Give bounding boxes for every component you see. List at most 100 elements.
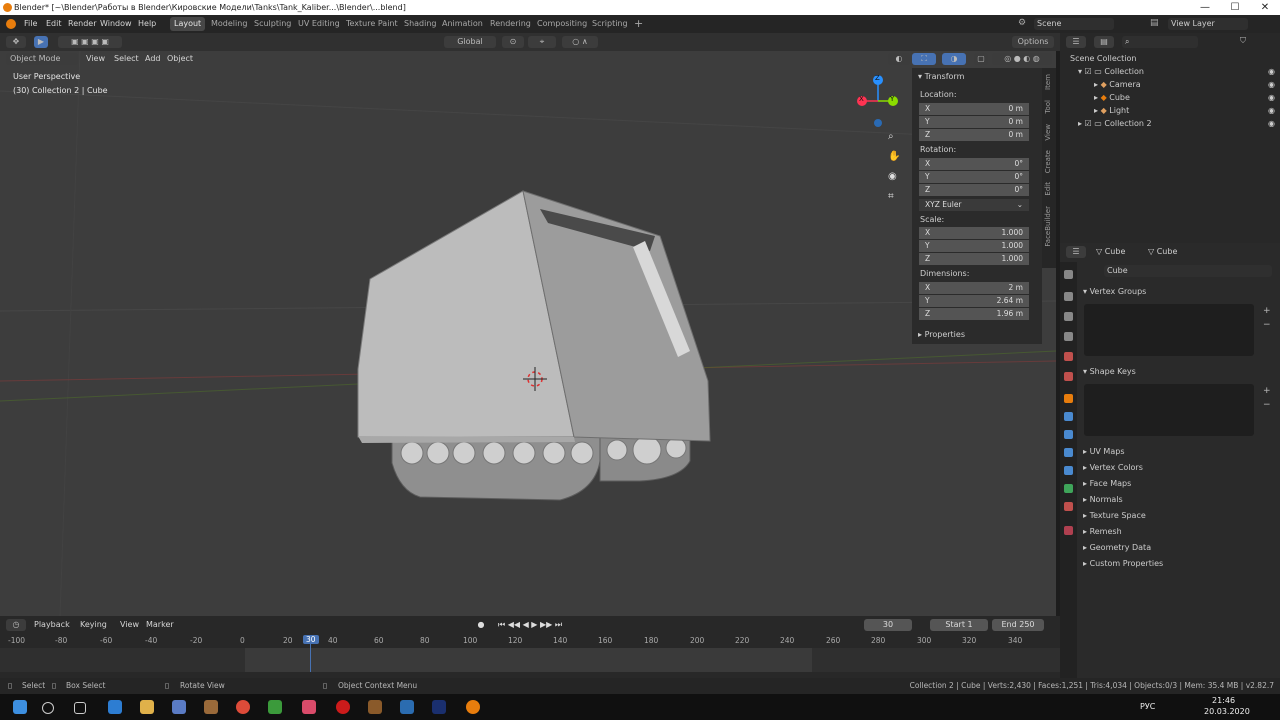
- outliner-scene-collection[interactable]: Scene Collection: [1070, 52, 1280, 65]
- render-tab-icon[interactable]: [1064, 292, 1073, 301]
- gizmo-toggle-icon[interactable]: ⛶: [912, 53, 936, 65]
- rotation-z-field[interactable]: Z 0°: [919, 184, 1029, 197]
- camera-view-icon[interactable]: ◉: [888, 171, 897, 182]
- snap-icon[interactable]: ⌖: [528, 36, 556, 48]
- filter-icon[interactable]: ⛉: [1240, 36, 1246, 46]
- tab-compositing[interactable]: Compositing: [533, 17, 591, 31]
- menu-render[interactable]: Render: [68, 19, 96, 28]
- texture-space-panel[interactable]: ▸ Texture Space: [1083, 511, 1146, 520]
- transform-header[interactable]: ▾ Transform: [918, 72, 964, 81]
- mesh-data-tab-icon[interactable]: [1064, 484, 1073, 493]
- current-frame-marker[interactable]: 30: [303, 635, 319, 644]
- file-explorer-icon[interactable]: [140, 700, 154, 714]
- navigation-gizmo[interactable]: [855, 71, 915, 131]
- custom-properties-panel[interactable]: ▸ Custom Properties: [1083, 559, 1163, 568]
- current-frame-field[interactable]: 30: [864, 619, 912, 631]
- clock-time[interactable]: 21:46: [1212, 696, 1235, 705]
- tab-uv-editing[interactable]: UV Editing: [294, 17, 344, 31]
- tool-tab-icon[interactable]: [1064, 270, 1073, 279]
- overlay-toggle-icon[interactable]: ◑: [942, 53, 966, 65]
- timeline-editor-type[interactable]: ◷: [6, 619, 26, 631]
- options-dropdown[interactable]: Options: [1012, 36, 1054, 48]
- remove-shape-key-button[interactable]: −: [1263, 400, 1271, 410]
- menu-timeline-view[interactable]: View: [120, 620, 139, 629]
- menu-edit[interactable]: Edit: [46, 19, 62, 28]
- tab-modeling[interactable]: Modeling: [207, 17, 251, 31]
- outliner-item-cube[interactable]: ▸ ◆ Cube ◉: [1094, 91, 1280, 104]
- minimize-button[interactable]: —: [1190, 0, 1220, 15]
- app-icon[interactable]: [204, 700, 218, 714]
- mode-dropdown[interactable]: Object Mode: [6, 53, 78, 65]
- rotation-mode-dropdown[interactable]: XYZ Euler ⌄: [919, 199, 1029, 212]
- tab-facebuilder[interactable]: FaceBuilder: [1044, 206, 1054, 247]
- object-tab-icon[interactable]: [1064, 394, 1073, 403]
- tab-item[interactable]: Item: [1044, 74, 1054, 90]
- particles-tab-icon[interactable]: [1064, 430, 1073, 439]
- view-layer-selector[interactable]: View Layer: [1168, 18, 1248, 30]
- add-shape-key-button[interactable]: +: [1263, 386, 1271, 396]
- search-icon[interactable]: [42, 702, 54, 714]
- record-button[interactable]: ●: [476, 619, 486, 631]
- select-tool-icon[interactable]: ▶: [34, 36, 48, 48]
- shading-mode-icon[interactable]: ◎ ● ◐ ◍: [992, 53, 1052, 65]
- shape-keys-panel[interactable]: ▾ Shape Keys: [1083, 367, 1136, 376]
- viewport-overlays-icon[interactable]: ◐: [888, 53, 910, 65]
- menu-playback[interactable]: Playback: [34, 620, 70, 629]
- tab-shading[interactable]: Shading: [400, 17, 441, 31]
- 3d-viewport[interactable]: Z Y X ⌕ ✋ ◉ ⌗ User Perspective (30) Coll…: [0, 51, 1056, 616]
- tab-tool[interactable]: Tool: [1044, 100, 1054, 114]
- tab-scripting[interactable]: Scripting: [588, 17, 632, 31]
- physics-tab-icon[interactable]: [1064, 448, 1073, 457]
- display-mode-icon[interactable]: ▤: [1094, 36, 1114, 48]
- outliner-item-collection[interactable]: ▾ ☑ ▭ Collection ◉: [1078, 65, 1280, 78]
- eye-icon[interactable]: ◉: [1268, 117, 1275, 130]
- mesh-name-field[interactable]: Cube: [1104, 265, 1272, 277]
- output-tab-icon[interactable]: [1064, 312, 1073, 321]
- clock-date[interactable]: 20.03.2020: [1204, 707, 1250, 716]
- perspective-toggle-icon[interactable]: ⌗: [888, 191, 894, 202]
- maximize-button[interactable]: ☐: [1220, 0, 1250, 15]
- uv-maps-panel[interactable]: ▸ UV Maps: [1083, 447, 1124, 456]
- outliner-item-light[interactable]: ▸ ◆ Light ◉: [1094, 104, 1280, 117]
- shape-keys-list[interactable]: [1084, 384, 1254, 436]
- add-vertex-group-button[interactable]: +: [1263, 306, 1271, 316]
- edge-icon[interactable]: [108, 700, 122, 714]
- pan-icon[interactable]: ✋: [888, 151, 900, 162]
- menu-add[interactable]: Add: [145, 54, 161, 63]
- language-indicator[interactable]: РУС: [1140, 702, 1155, 711]
- add-workspace-button[interactable]: +: [630, 17, 647, 31]
- vertex-colors-panel[interactable]: ▸ Vertex Colors: [1083, 463, 1143, 472]
- chrome-icon[interactable]: [236, 700, 250, 714]
- tab-view[interactable]: View: [1044, 124, 1054, 141]
- remesh-panel[interactable]: ▸ Remesh: [1083, 527, 1122, 536]
- location-z-field[interactable]: Z 0 m: [919, 129, 1029, 142]
- blender-menu-icon[interactable]: [6, 19, 16, 29]
- select-mode-buttons[interactable]: ▣ ▣ ▣ ▣: [58, 36, 122, 48]
- scene-selector[interactable]: Scene: [1034, 18, 1114, 30]
- menu-view[interactable]: View: [86, 54, 105, 63]
- task-view-icon[interactable]: [74, 702, 86, 714]
- app-icon[interactable]: [400, 700, 414, 714]
- outliner-editor-type[interactable]: ☰: [1066, 36, 1086, 48]
- transform-orientation-dropdown[interactable]: Global: [444, 36, 496, 48]
- outliner-item-camera[interactable]: ▸ ◆ Camera ◉: [1094, 78, 1280, 91]
- constraints-tab-icon[interactable]: [1064, 466, 1073, 475]
- menu-object[interactable]: Object: [167, 54, 193, 63]
- tab-texture-paint[interactable]: Texture Paint: [342, 17, 402, 31]
- geometry-data-panel[interactable]: ▸ Geometry Data: [1083, 543, 1151, 552]
- tab-create[interactable]: Create: [1044, 150, 1054, 173]
- properties-editor-type[interactable]: ☰: [1066, 246, 1086, 258]
- app-icon[interactable]: [368, 700, 382, 714]
- close-button[interactable]: ✕: [1250, 0, 1280, 15]
- menu-window[interactable]: Window: [100, 19, 132, 28]
- dimensions-x-field[interactable]: X 2 m: [919, 282, 1029, 295]
- scale-z-field[interactable]: Z 1.000: [919, 253, 1029, 266]
- tab-edit[interactable]: Edit: [1044, 182, 1054, 196]
- normals-panel[interactable]: ▸ Normals: [1083, 495, 1123, 504]
- eye-icon[interactable]: ◉: [1268, 91, 1275, 104]
- vertex-groups-panel[interactable]: ▾ Vertex Groups: [1083, 287, 1146, 296]
- face-maps-panel[interactable]: ▸ Face Maps: [1083, 479, 1131, 488]
- tab-layout[interactable]: Layout: [170, 17, 206, 31]
- texture-tab-icon[interactable]: [1064, 526, 1073, 535]
- location-y-field[interactable]: Y 0 m: [919, 116, 1029, 129]
